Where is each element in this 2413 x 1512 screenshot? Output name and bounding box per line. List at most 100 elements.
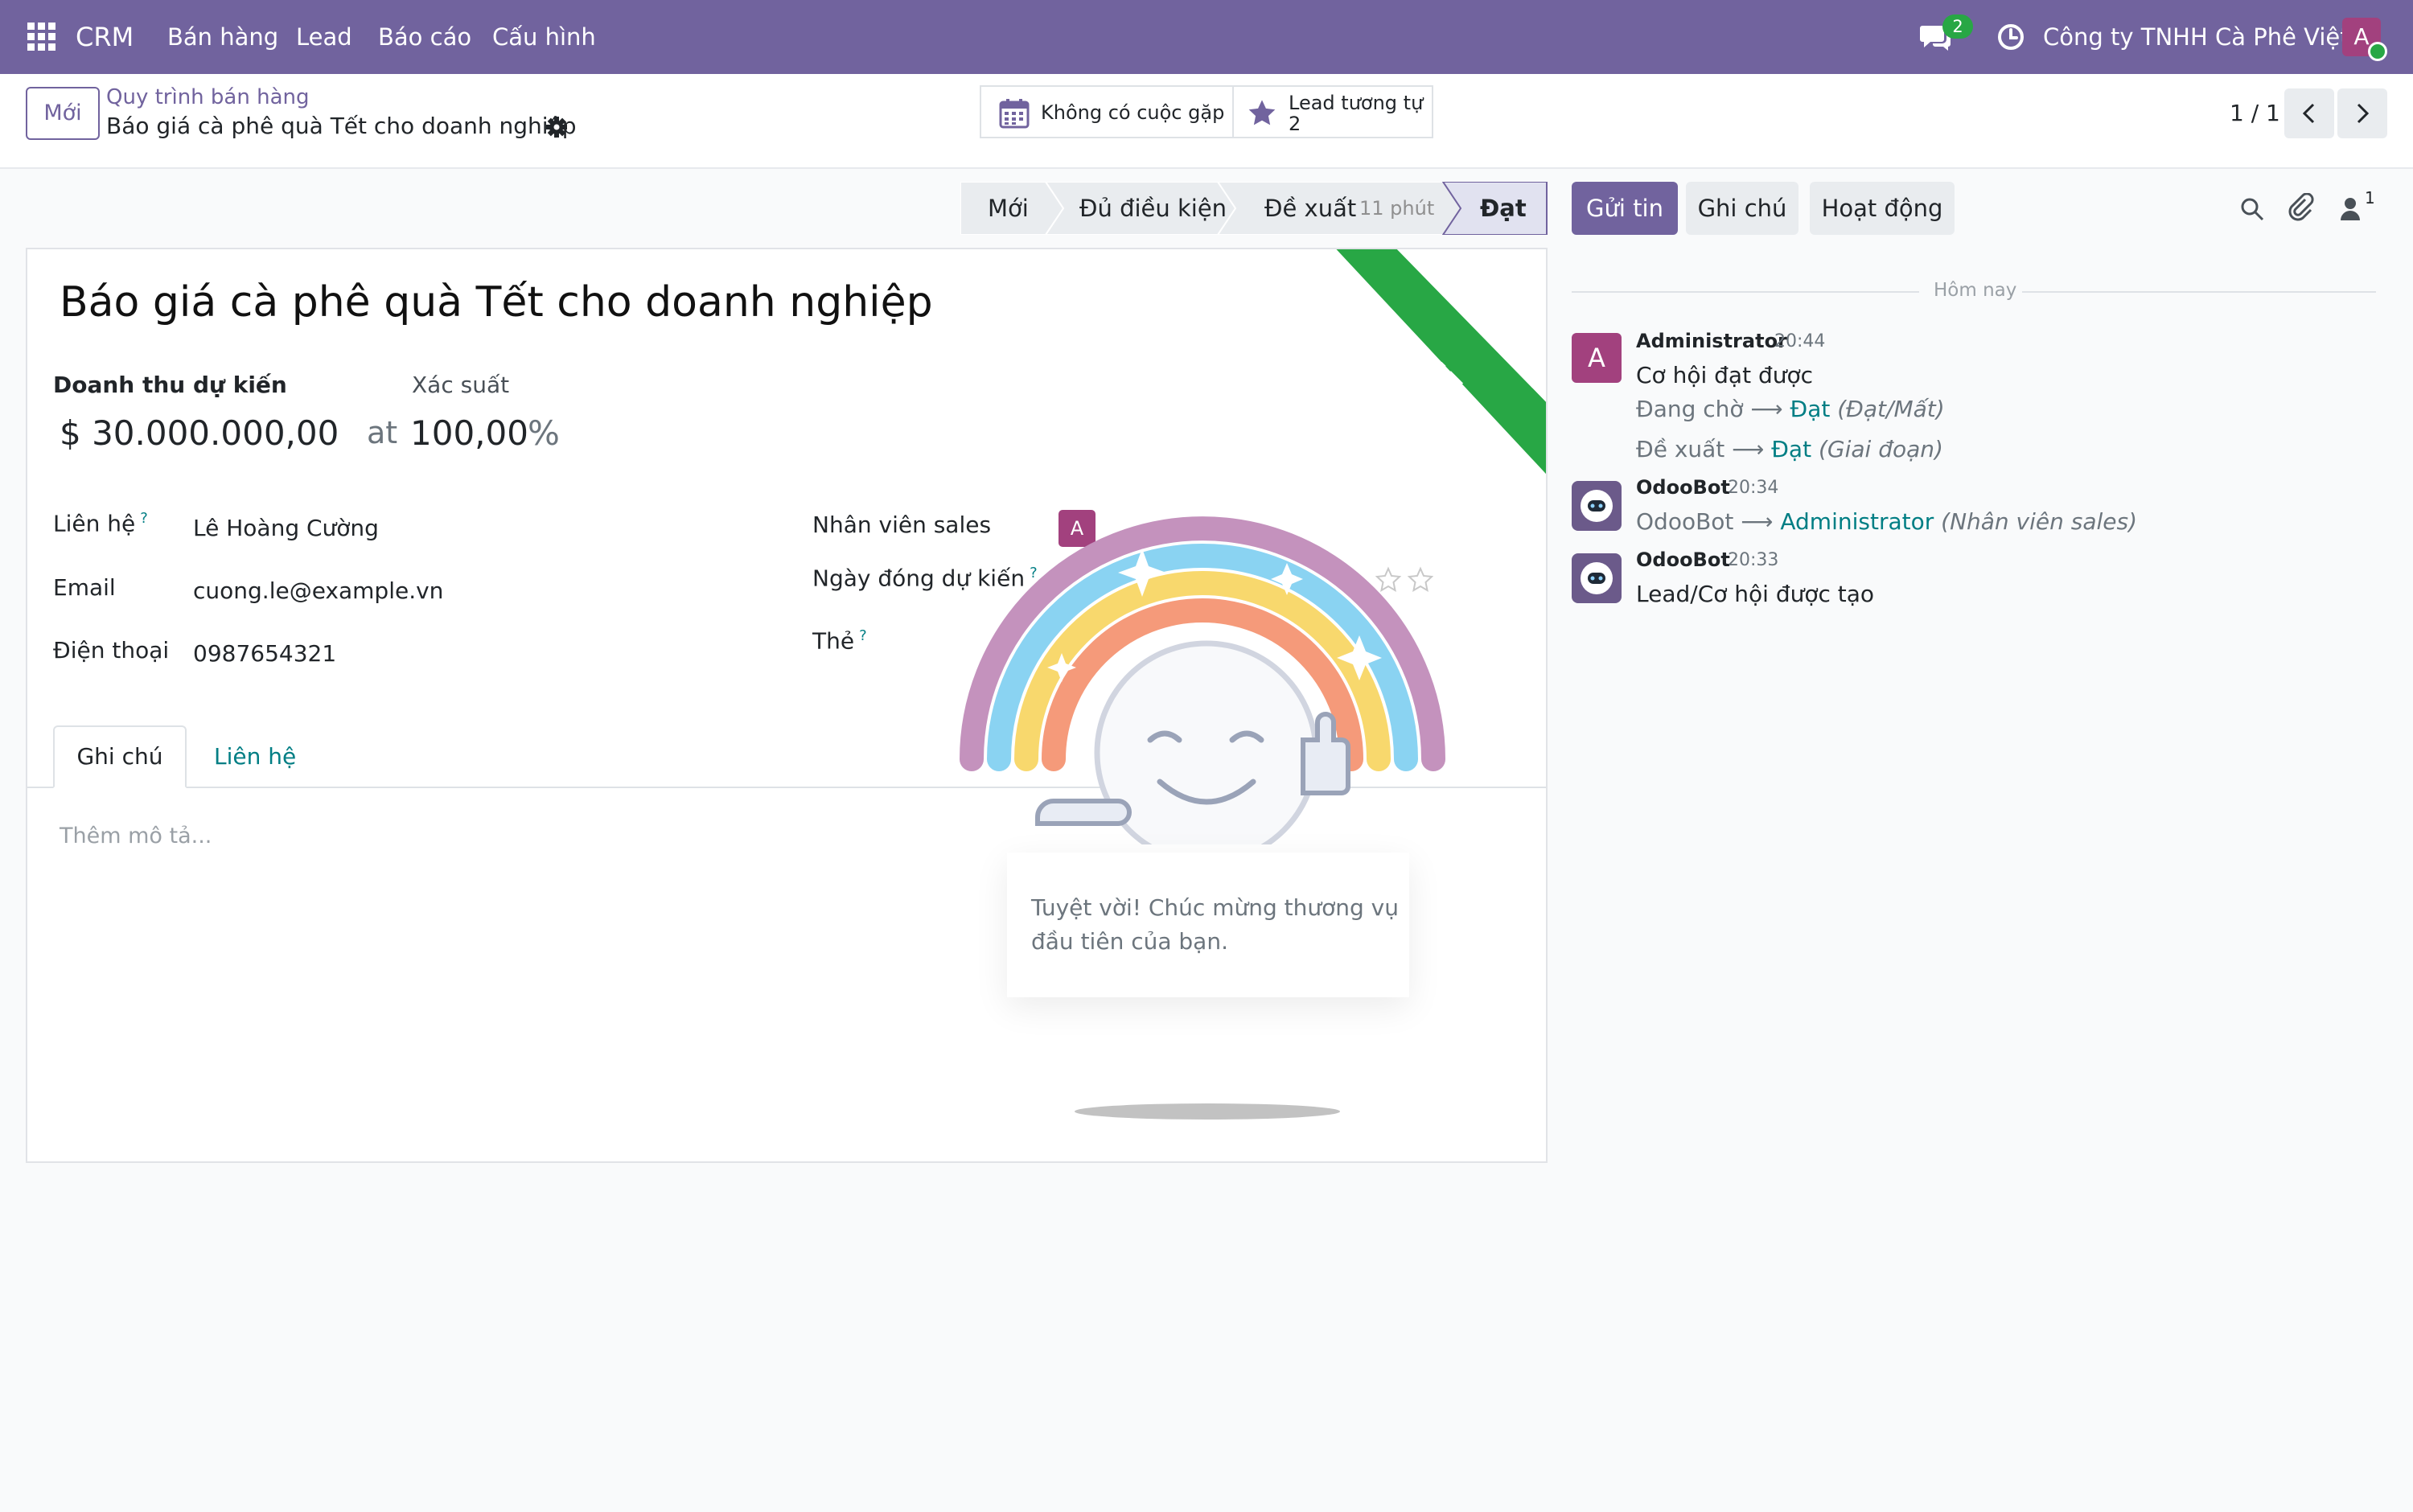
message-avatar-odoobot[interactable] [1572, 553, 1622, 603]
odoobot-icon [1581, 562, 1613, 594]
smart-similar-count: 2 [1289, 113, 1301, 135]
contact-value[interactable]: Lê Hoàng Cường [193, 515, 379, 541]
tracking-field: (Giai đoạn) [1818, 436, 1943, 462]
smart-button-similar-leads[interactable]: Lead tương tự 2 [1232, 85, 1433, 138]
description-input[interactable]: Thêm mô tả... [60, 824, 212, 848]
menu-lead[interactable]: Lead [296, 0, 352, 74]
activity-button[interactable]: Hoạt động [1810, 182, 1955, 235]
message-time: 20:44 [1774, 331, 1826, 351]
tab-notes[interactable]: Ghi chú [53, 725, 187, 788]
email-label: Email [53, 574, 116, 601]
tracking-line: Đang chờ ⟶ Đạt (Đạt/Mất) [1636, 396, 1945, 422]
smart-button-meetings[interactable]: Không có cuộc gặp [980, 85, 1234, 138]
odoobot-icon [1581, 490, 1613, 522]
smart-meetings-label: Không có cuộc gặp [1041, 101, 1225, 124]
message-author[interactable]: Administrator [1636, 330, 1787, 352]
menu-ban-hang[interactable]: Bán hàng [167, 0, 278, 74]
contact-label: Liên hệ? [53, 510, 148, 537]
expected-revenue-value[interactable]: $ 30.000.000,00 [60, 413, 339, 453]
phone-label: Điện thoại [53, 637, 170, 664]
breadcrumb-parent[interactable]: Quy trình bán hàng [106, 85, 310, 109]
paperclip-icon[interactable] [2288, 193, 2315, 222]
tracking-old: Đang chờ [1636, 396, 1744, 422]
stage-new[interactable]: Mới [988, 182, 1029, 235]
message-avatar-admin[interactable]: A [1572, 333, 1622, 383]
stage-won[interactable]: Đạt [1480, 182, 1527, 235]
phone-value[interactable]: 0987654321 [193, 640, 336, 667]
search-icon[interactable] [2239, 196, 2265, 222]
contact-help-icon[interactable]: ? [140, 510, 148, 527]
message-author[interactable]: OdooBot [1636, 549, 1730, 571]
chevron-left-icon [2302, 103, 2315, 124]
rainbow-message-box [1007, 853, 1409, 997]
control-panel: Mới Quy trình bán hàng Báo giá cà phê qu… [0, 74, 2413, 169]
message-time: 20:33 [1728, 550, 1779, 570]
won-ribbon [1250, 249, 1546, 492]
tracking-new: Đạt [1790, 396, 1831, 422]
arrow-right-icon: ⟶ [1741, 508, 1774, 535]
send-message-button[interactable]: Gửi tin [1572, 182, 1678, 235]
rainbow-man-effect[interactable]: Tuyệt vời! Chúc mừng thương vụ đầu tiên … [949, 499, 1456, 1134]
tab-notes-label: Ghi chú [76, 743, 163, 770]
probability-at: at [367, 415, 398, 450]
stage-qualified[interactable]: Đủ điều kiện [1079, 182, 1227, 235]
stage-proposition[interactable]: Đề xuất [1264, 182, 1356, 235]
company-switcher[interactable]: Công ty TNHH Cà Phê Việt [2043, 0, 2349, 74]
calendar-icon [999, 98, 1030, 129]
breadcrumb-current: Báo giá cà phê quà Tết cho doanh nghiệp [106, 113, 577, 139]
rainbow-message-line1: Tuyệt vời! Chúc mừng thương vụ [1031, 894, 1399, 921]
star-icon [1247, 98, 1277, 129]
tracking-old: Đề xuất [1636, 436, 1725, 462]
message-author[interactable]: OdooBot [1636, 476, 1730, 499]
menu-bao-cao[interactable]: Báo cáo [378, 0, 471, 74]
top-navbar: CRM Bán hàng Lead Báo cáo Cấu hình 2 Côn… [0, 0, 2413, 74]
menu-cau-hinh[interactable]: Cấu hình [492, 0, 596, 74]
tracking-field: (Đạt/Mất) [1837, 396, 1945, 422]
activity-clock-icon[interactable] [1996, 23, 2025, 51]
tracking-field: (Nhân viên sales) [1941, 508, 2138, 535]
probability-label: Xác suất [412, 372, 510, 398]
rainbow-shadow [1075, 1103, 1340, 1120]
tags-label: Thẻ? [812, 627, 867, 655]
message-time: 20:34 [1728, 478, 1779, 498]
gear-icon[interactable] [545, 116, 568, 138]
opportunity-title[interactable]: Báo giá cà phê quà Tết cho doanh nghiệp [60, 278, 933, 327]
chatter-date-line-left [1572, 291, 1919, 293]
message-avatar-initial: A [1588, 343, 1605, 373]
tags-help-icon[interactable]: ? [859, 627, 867, 644]
stage-statusbar [960, 182, 1548, 235]
app-menu-icon[interactable] [27, 23, 56, 51]
rainbow-message-line2: đầu tiên của bạn. [1031, 928, 1228, 955]
pager-value[interactable]: 1 / 1 [2230, 100, 2280, 126]
user-online-dot [2368, 42, 2387, 61]
messages-count-badge: 2 [1942, 14, 1973, 39]
tracking-line: OdooBot ⟶ Administrator (Nhân viên sales… [1636, 508, 2137, 535]
probability-percent: % [528, 413, 560, 453]
tab-contacts[interactable]: Liên hệ [214, 743, 296, 770]
chatter-date-line-right [2022, 291, 2376, 293]
chevron-right-icon [2357, 103, 2370, 124]
log-note-button[interactable]: Ghi chú [1686, 182, 1798, 235]
user-initial: A [2353, 23, 2370, 50]
expected-revenue-label: Doanh thu dự kiến [53, 372, 287, 398]
tracking-line: Đề xuất ⟶ Đạt (Giai đoạn) [1636, 436, 1943, 462]
chatter-date-separator: Hôm nay [1934, 280, 2017, 301]
arrow-right-icon: ⟶ [1750, 396, 1783, 422]
message-text: Lead/Cơ hội được tạo [1636, 581, 1875, 607]
message-avatar-odoobot[interactable] [1572, 481, 1622, 531]
rainbow-smiley-illustration [960, 516, 1445, 844]
pager-previous-button[interactable] [2284, 88, 2334, 138]
email-value[interactable]: cuong.le@example.vn [193, 577, 443, 604]
tracking-new: Administrator [1780, 508, 1934, 535]
new-button[interactable]: Mới [26, 87, 100, 140]
probability-value[interactable]: 100,00 [410, 413, 528, 453]
followers-icon[interactable] [2341, 196, 2363, 220]
tracking-new: Đạt [1771, 436, 1812, 462]
message-text: Cơ hội đạt được [1636, 362, 1813, 388]
stage-duration: 11 phút [1359, 197, 1435, 220]
pager-next-button[interactable] [2337, 88, 2387, 138]
smart-similar-label: Lead tương tự [1289, 92, 1424, 114]
followers-count: 1 [2365, 188, 2375, 207]
arrow-right-icon: ⟶ [1732, 436, 1765, 462]
app-brand[interactable]: CRM [76, 0, 134, 74]
